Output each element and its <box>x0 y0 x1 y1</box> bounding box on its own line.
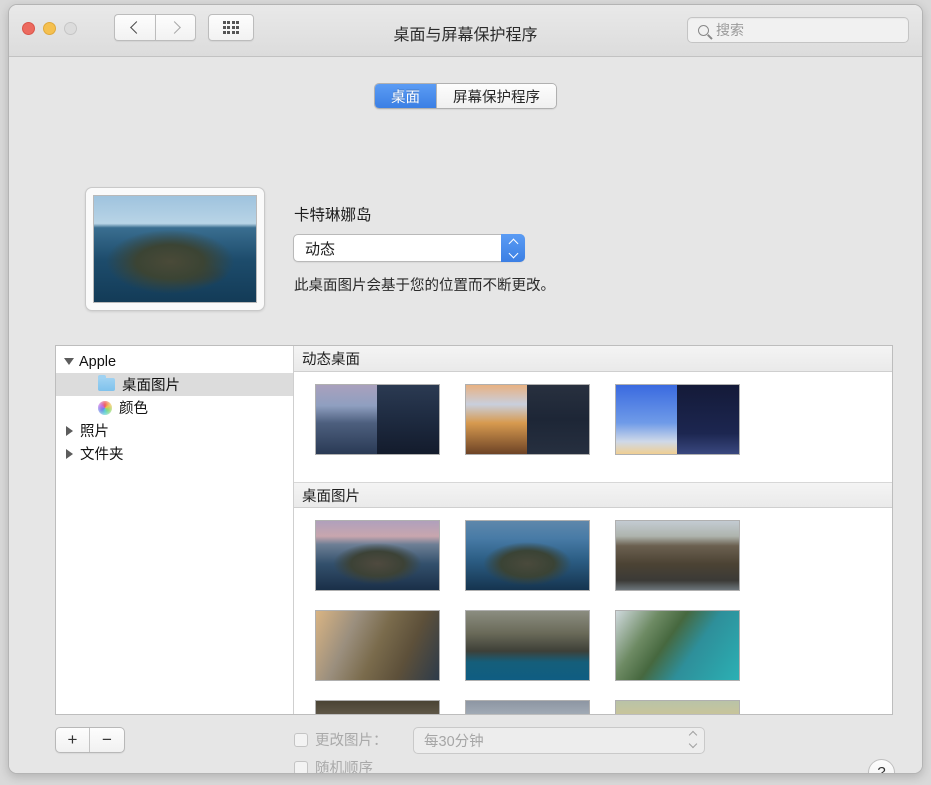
thumbnail-solar-gradients-dynamic[interactable] <box>615 384 740 455</box>
thumbnail-catalina-clouds[interactable] <box>465 700 590 714</box>
thumbnail-catalina-dynamic[interactable] <box>315 384 440 455</box>
sidebar-item-label: 文件夹 <box>80 443 124 464</box>
random-order-checkbox[interactable] <box>294 761 308 775</box>
remove-folder-button[interactable]: − <box>90 728 124 752</box>
current-picture-name: 卡特琳娜岛 <box>294 203 372 225</box>
random-order-label: 随机顺序 <box>315 757 373 774</box>
dynamic-mode-value: 动态 <box>305 238 335 259</box>
thumbnail-cell[interactable] <box>302 518 452 593</box>
sources-and-pictures-panel: Apple 桌面图片 颜色 照片 文件夹 <box>55 345 893 715</box>
thumbnail-catalina-nightsea[interactable] <box>315 700 440 714</box>
thumbnail-cell[interactable] <box>302 382 452 457</box>
add-folder-button[interactable]: + <box>56 728 90 752</box>
chevron-updown-icon[interactable] <box>501 234 525 262</box>
sidebar-item-desktop-pictures[interactable]: 桌面图片 <box>56 373 293 396</box>
section-header-dynamic-desktop: 动态桌面 <box>294 346 892 372</box>
change-interval-popup-button[interactable]: 每30分钟 <box>413 727 705 754</box>
thumbnail-catalina-peak[interactable] <box>615 520 740 591</box>
thumbnail-cell[interactable] <box>452 518 602 593</box>
chevron-updown-icon[interactable] <box>690 732 696 747</box>
thumbnail-cell[interactable] <box>602 518 752 593</box>
help-button[interactable]: ? <box>868 759 895 774</box>
pictures-content-area[interactable]: 动态桌面 <box>294 346 892 714</box>
sidebar-item-label: 桌面图片 <box>122 374 180 395</box>
change-picture-label: 更改图片： <box>315 729 388 750</box>
disclosure-triangle-right-icon[interactable] <box>66 449 73 459</box>
thumbnail-cell[interactable] <box>452 698 602 714</box>
search-field[interactable] <box>687 17 909 43</box>
sidebar-item-folders[interactable]: 文件夹 <box>56 442 293 465</box>
tab-bar: 桌面 屏幕保护程序 <box>9 83 922 109</box>
disclosure-triangle-down-icon[interactable] <box>64 358 74 365</box>
random-order-row: 随机顺序 <box>294 757 373 774</box>
change-picture-checkbox[interactable] <box>294 733 308 747</box>
color-wheel-icon <box>98 401 112 415</box>
change-interval-value: 每30分钟 <box>424 730 484 751</box>
sidebar-item-label: 颜色 <box>119 397 148 418</box>
thumbnail-cell[interactable] <box>602 698 752 714</box>
section-header-desktop-pictures: 桌面图片 <box>294 482 892 508</box>
dynamic-mode-popup-button[interactable]: 动态 <box>293 234 525 262</box>
dynamic-mode-description: 此桌面图片会基于您的位置而不断更改。 <box>294 274 555 295</box>
thumbnail-cell[interactable] <box>302 698 452 714</box>
thumbnail-mojave-dynamic[interactable] <box>465 384 590 455</box>
preferences-body: 桌面 屏幕保护程序 卡特琳娜岛 动态 此桌面图片会基于您的位置而不断更改。 Ap… <box>9 57 922 774</box>
disclosure-triangle-right-icon[interactable] <box>66 426 73 436</box>
sidebar-item-apple[interactable]: Apple <box>56 350 293 373</box>
thumbnail-cell[interactable] <box>302 608 452 683</box>
preferences-window: 桌面与屏幕保护程序 桌面 屏幕保护程序 卡特琳娜岛 动态 此桌面图片会基于您的位… <box>8 4 923 774</box>
dynamic-desktop-thumbnails <box>294 372 892 482</box>
thumbnail-cell[interactable] <box>452 608 602 683</box>
change-picture-row: 更改图片： <box>294 729 388 750</box>
thumbnail-catalina-coast[interactable] <box>615 610 740 681</box>
desktop-pictures-thumbnails <box>294 508 892 714</box>
thumbnail-catalina-sunrise[interactable] <box>315 520 440 591</box>
desktop-preview-frame[interactable] <box>85 187 265 311</box>
thumbnail-cell[interactable] <box>452 382 602 457</box>
tab-desktop[interactable]: 桌面 <box>375 84 437 108</box>
desktop-preview-image <box>93 195 257 303</box>
thumbnail-catalina-dusk[interactable] <box>315 610 440 681</box>
thumbnail-cell[interactable] <box>602 608 752 683</box>
thumbnail-catalina-sunset[interactable] <box>615 700 740 714</box>
thumbnail-catalina-cliff[interactable] <box>465 610 590 681</box>
folder-icon <box>98 378 115 391</box>
add-remove-folder-group: + − <box>55 727 125 753</box>
thumbnail-cell[interactable] <box>602 382 752 457</box>
title-bar: 桌面与屏幕保护程序 <box>9 5 922 57</box>
sources-sidebar[interactable]: Apple 桌面图片 颜色 照片 文件夹 <box>56 346 294 714</box>
search-icon <box>698 25 709 36</box>
search-input[interactable] <box>716 22 886 38</box>
thumbnail-catalina-day[interactable] <box>465 520 590 591</box>
sidebar-item-label: Apple <box>79 354 116 370</box>
sidebar-item-photos[interactable]: 照片 <box>56 419 293 442</box>
sidebar-item-label: 照片 <box>80 420 109 441</box>
tab-screensaver[interactable]: 屏幕保护程序 <box>437 84 556 108</box>
sidebar-item-colors[interactable]: 颜色 <box>56 396 293 419</box>
